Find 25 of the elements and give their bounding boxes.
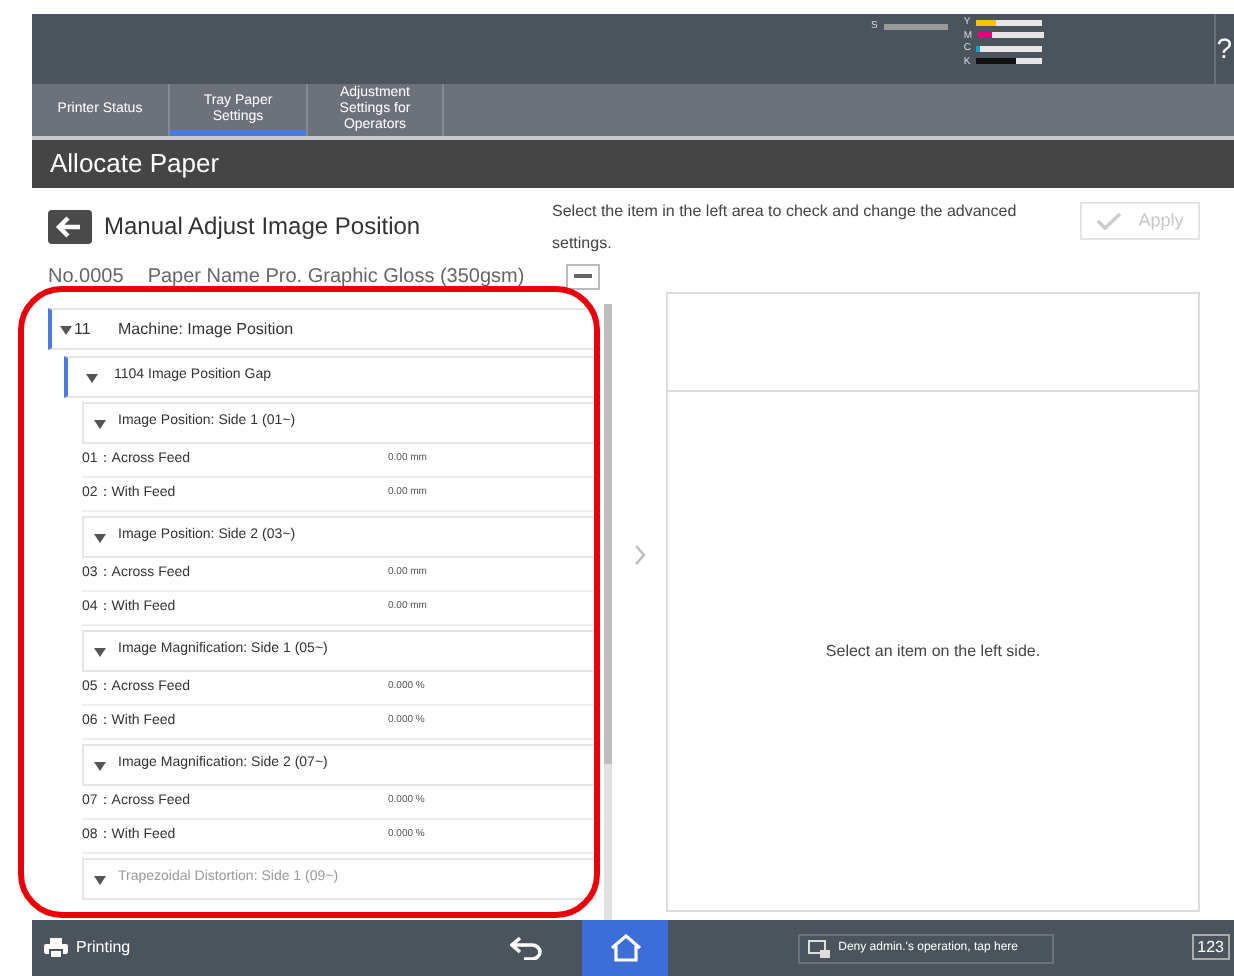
supply-meter <box>976 58 1043 65</box>
status-text: Printing <box>76 936 131 960</box>
printer-icon <box>44 938 68 958</box>
screen-icon <box>808 939 831 957</box>
instruction-text: Select the item in the left area to check and change the advanced settings. <box>552 200 1019 256</box>
home-icon <box>609 934 642 962</box>
chevron-right-icon <box>633 543 645 565</box>
keypad-button[interactable]: 123 <box>1191 934 1230 960</box>
checkmark-icon <box>1096 212 1123 230</box>
scrollbar[interactable] <box>604 304 612 920</box>
collapse-button[interactable] <box>566 263 600 289</box>
back-icon[interactable] <box>510 936 543 960</box>
page-title: Manual Adjust Image Position <box>104 210 421 244</box>
tree-node[interactable]: 11 Machine: Image Position <box>48 308 596 350</box>
supply-meter <box>883 23 948 29</box>
supply-meter <box>976 45 1043 52</box>
supply-meter <box>978 32 1044 39</box>
paper-name: Paper Name Pro. Graphic Gloss (350gsm) <box>147 263 527 291</box>
supply-meter <box>976 19 1043 26</box>
node-code: 11 <box>74 317 93 341</box>
paper-number: No.0005 <box>48 263 124 291</box>
home-button[interactable] <box>582 920 669 976</box>
section-header: Allocate Paper <box>32 140 1234 188</box>
node-label: Machine: Image Position <box>118 317 294 341</box>
detail-message: Select an item on the left side. <box>825 639 1041 663</box>
